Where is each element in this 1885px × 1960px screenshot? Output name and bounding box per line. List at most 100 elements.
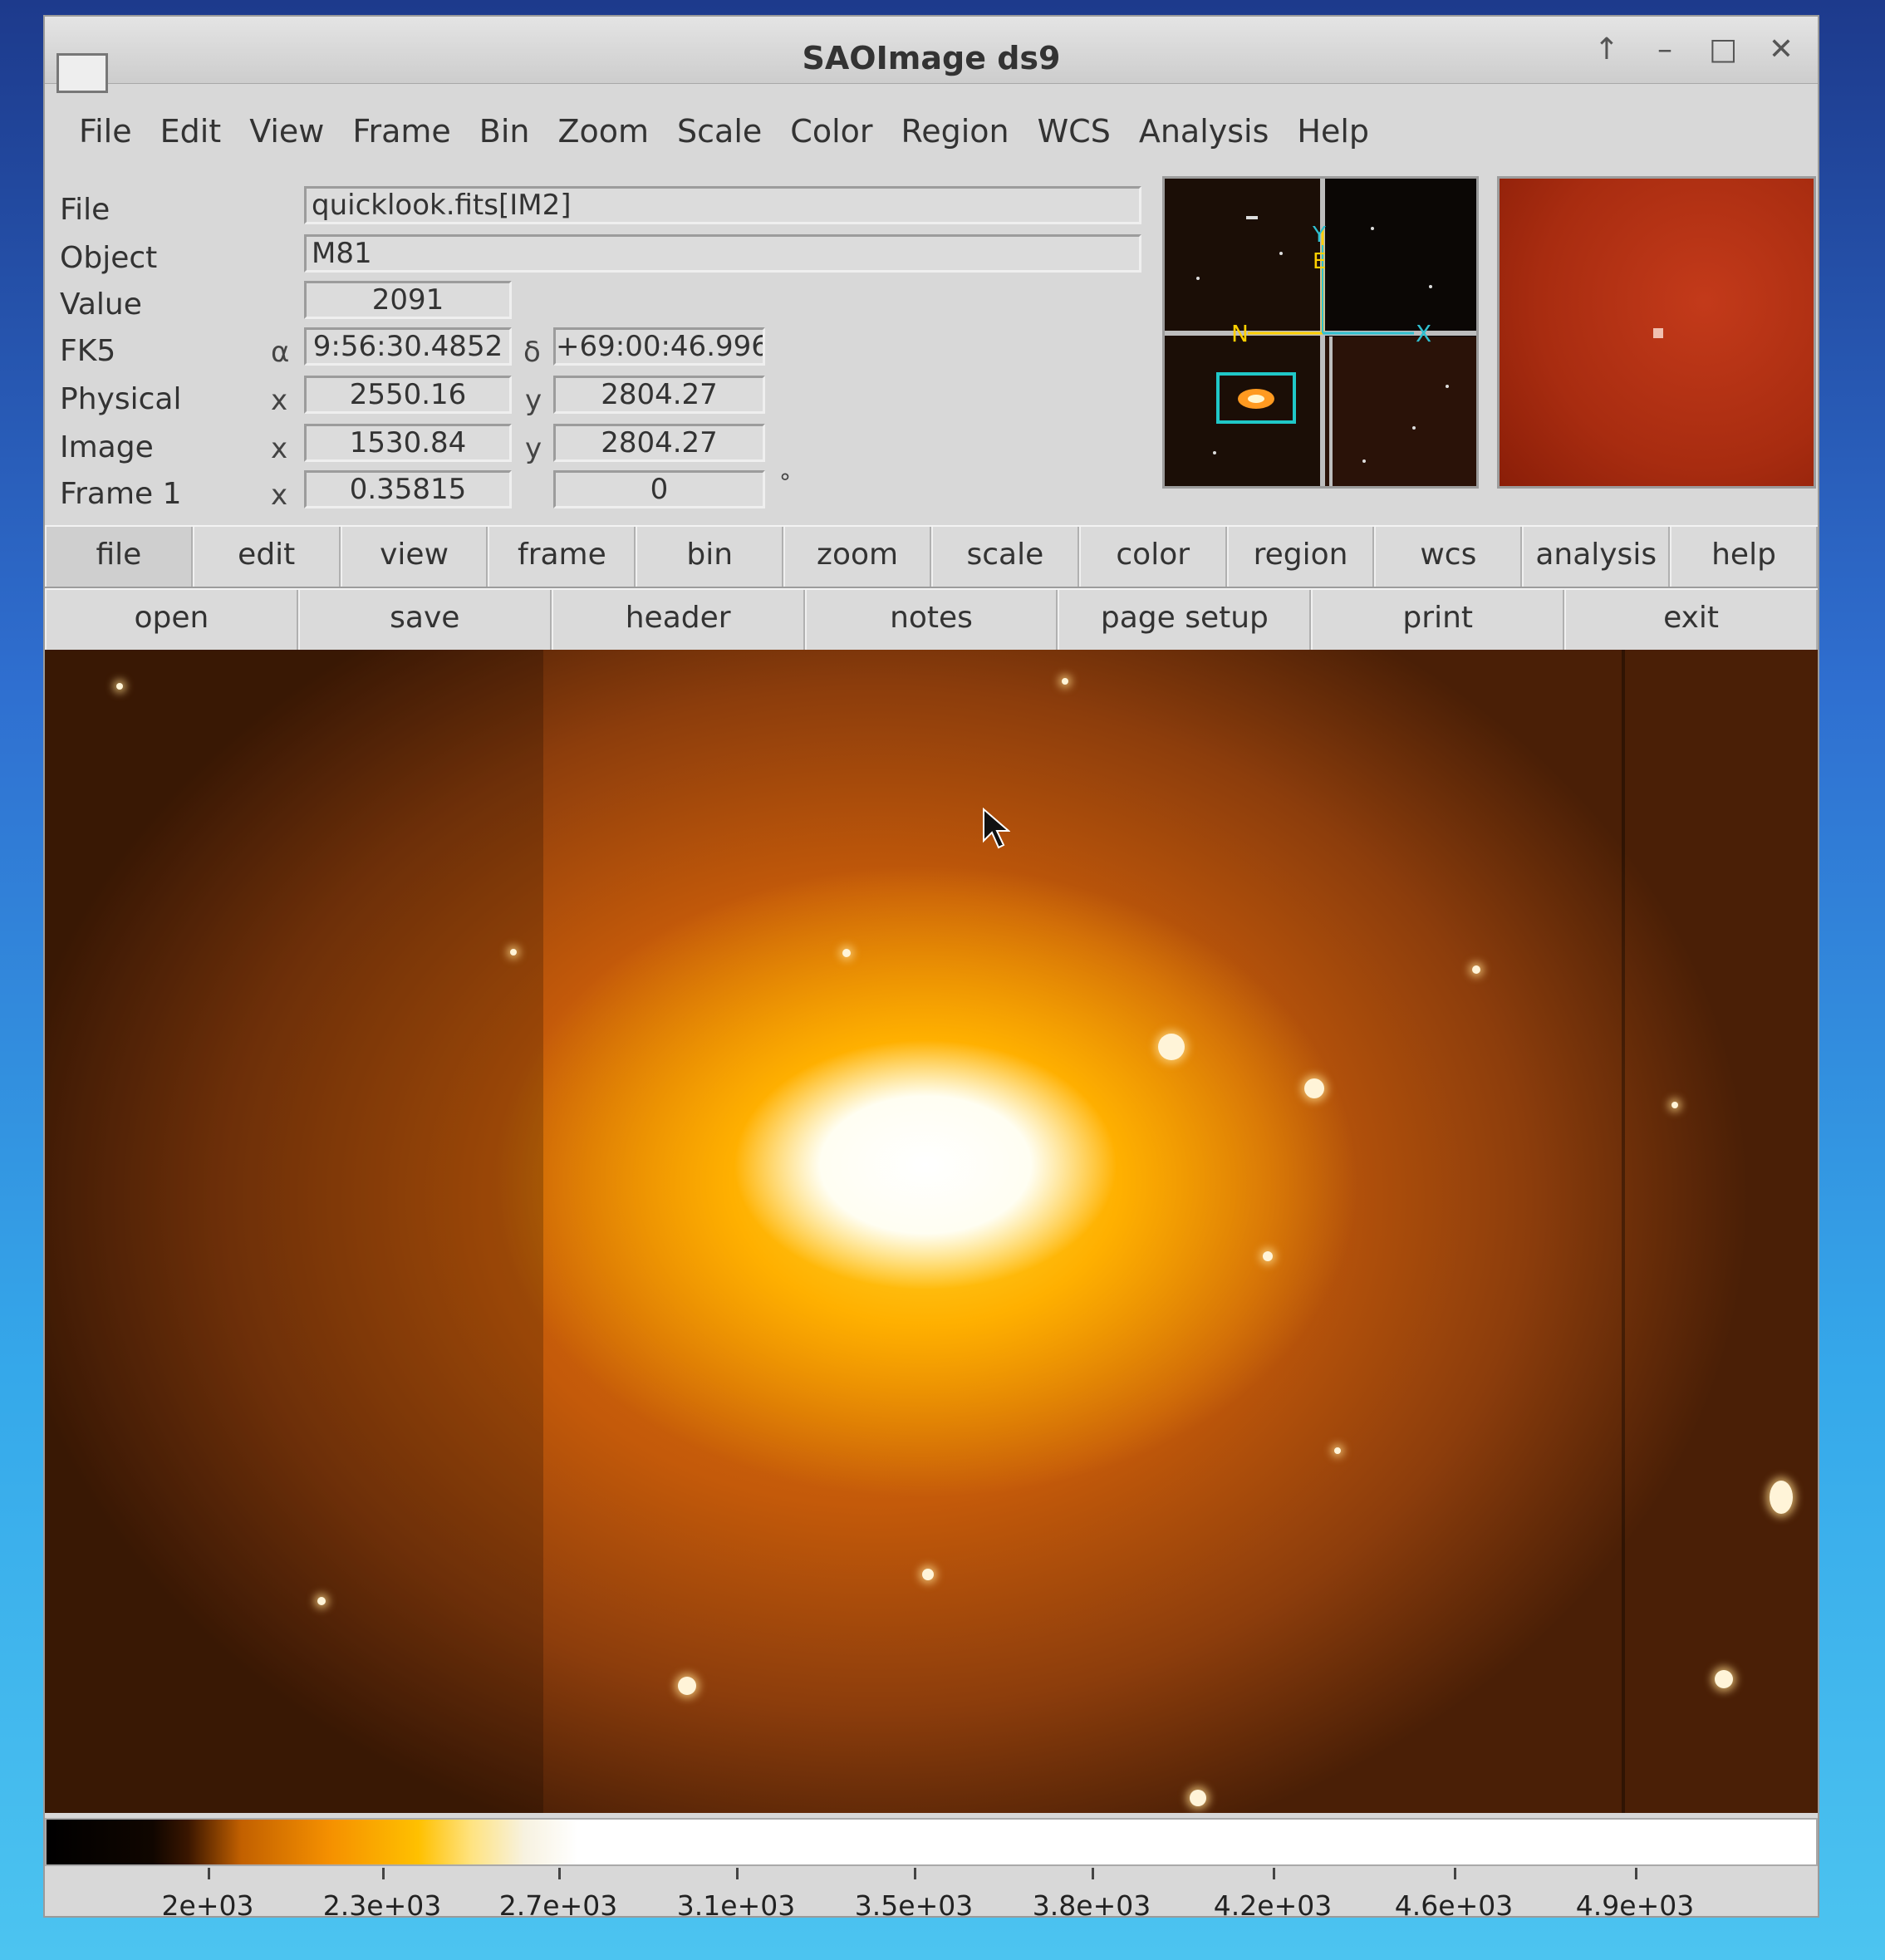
star <box>1334 1447 1341 1454</box>
file-field: quicklook.fits[IM2] <box>304 186 1141 224</box>
menu-bin[interactable]: Bin <box>465 98 544 150</box>
menu-view[interactable]: View <box>235 98 338 150</box>
button-zoom[interactable]: zoom <box>783 527 931 587</box>
colorbar-ticks: 2e+03 2.3e+03 2.7e+03 3.1e+03 3.5e+03 3.… <box>45 1868 1818 1922</box>
fk5-label: FK5 <box>60 334 116 368</box>
menu-frame[interactable]: Frame <box>338 98 464 150</box>
delta-symbol: δ <box>523 336 541 369</box>
shade-button[interactable]: ↑ <box>1590 33 1623 66</box>
star <box>1263 1251 1273 1261</box>
button-region[interactable]: region <box>1226 527 1375 587</box>
star <box>1671 1102 1678 1108</box>
object-field: M81 <box>304 234 1141 273</box>
physical-label: Physical <box>60 382 182 416</box>
colorbar-tick-label: 4.9e+03 <box>1575 1889 1695 1922</box>
star <box>1770 1481 1793 1514</box>
frame-label: Frame 1 <box>60 477 182 511</box>
menu-help[interactable]: Help <box>1283 98 1383 150</box>
file-sub-button-bar: open save header notes page setup print … <box>45 588 1819 651</box>
button-bar: file edit view frame bin zoom scale colo… <box>45 525 1818 588</box>
magnifier-cursor <box>1653 328 1663 338</box>
info-panel: File quicklook.fits[IM2] Object M81 Valu… <box>45 165 1191 522</box>
star <box>317 1597 326 1605</box>
button-color[interactable]: color <box>1078 527 1227 587</box>
star <box>922 1569 934 1580</box>
menu-scale[interactable]: Scale <box>663 98 776 150</box>
colorbar-tick-label: 3.1e+03 <box>676 1889 796 1922</box>
colorbar-tick-label: 4.6e+03 <box>1394 1889 1514 1922</box>
menu-file[interactable]: File <box>65 98 146 150</box>
colorbar-tick-label: 2e+03 <box>161 1889 254 1922</box>
button-analysis[interactable]: analysis <box>1522 527 1671 587</box>
frame-angle-field: 0 <box>553 470 765 508</box>
button-help[interactable]: help <box>1670 527 1818 587</box>
alpha-symbol: α <box>271 336 290 369</box>
frame-zoom-field: 0.35815 <box>304 470 512 508</box>
value-field: 2091 <box>304 281 512 319</box>
window-title: SAOImage ds9 <box>802 40 1061 76</box>
title-bar[interactable]: SAOImage ds9 ↑ – □ ✕ <box>45 17 1818 93</box>
object-label: Object <box>60 241 158 275</box>
image-chip-boundary <box>45 650 543 1813</box>
close-button[interactable]: ✕ <box>1765 33 1798 66</box>
menu-bar: File Edit View Frame Bin Zoom Scale Colo… <box>45 98 1818 150</box>
image-y-field: 2804.27 <box>553 424 765 462</box>
button-frame[interactable]: frame <box>488 527 636 587</box>
menu-region[interactable]: Region <box>887 98 1023 150</box>
minimize-button[interactable]: – <box>1648 33 1681 66</box>
frame-x-symbol: x <box>271 479 288 512</box>
menu-edit[interactable]: Edit <box>146 98 236 150</box>
degree-symbol: ° <box>779 469 791 496</box>
colorbar-tick-label: 2.7e+03 <box>498 1889 618 1922</box>
button-header[interactable]: header <box>551 590 805 650</box>
maximize-button[interactable]: □ <box>1706 33 1740 66</box>
star <box>678 1677 696 1695</box>
panner-y-label: Y <box>1312 223 1326 248</box>
ra-field: 9:56:30.4852 <box>304 327 512 366</box>
button-bin[interactable]: bin <box>636 527 784 587</box>
button-notes[interactable]: notes <box>804 590 1058 650</box>
star <box>1715 1670 1733 1688</box>
physical-x-symbol: x <box>271 384 288 417</box>
colorbar[interactable] <box>45 1818 1818 1866</box>
button-view[interactable]: view <box>340 527 488 587</box>
colorbar-tick-label: 3.8e+03 <box>1032 1889 1151 1922</box>
image-x-field: 1530.84 <box>304 424 512 462</box>
image-canvas[interactable] <box>45 650 1818 1813</box>
mouse-cursor-icon <box>983 808 1010 849</box>
menu-wcs[interactable]: WCS <box>1023 98 1125 150</box>
ds9-window: SAOImage ds9 ↑ – □ ✕ File Edit View Fram… <box>43 15 1819 1922</box>
panner-north-label: N <box>1231 320 1249 347</box>
button-save[interactable]: save <box>297 590 552 650</box>
button-wcs[interactable]: wcs <box>1374 527 1523 587</box>
physical-x-field: 2550.16 <box>304 376 512 414</box>
image-bad-column <box>1622 650 1625 1813</box>
button-exit[interactable]: exit <box>1564 590 1819 650</box>
star <box>1472 965 1480 974</box>
star <box>842 949 851 957</box>
menu-analysis[interactable]: Analysis <box>1125 98 1284 150</box>
menu-zoom[interactable]: Zoom <box>544 98 664 150</box>
button-open[interactable]: open <box>45 590 298 650</box>
star <box>1190 1790 1206 1806</box>
button-scale[interactable]: scale <box>930 527 1079 587</box>
value-label: Value <box>60 287 142 322</box>
image-y-symbol: y <box>525 432 542 465</box>
colorbar-tick-label: 4.2e+03 <box>1213 1889 1333 1922</box>
image-label: Image <box>60 430 154 464</box>
star <box>510 949 517 955</box>
star <box>116 683 123 690</box>
star <box>1304 1078 1324 1098</box>
panner-east-label: E <box>1313 249 1326 274</box>
button-print[interactable]: print <box>1311 590 1565 650</box>
panner[interactable]: N E X Y <box>1162 176 1479 489</box>
button-edit[interactable]: edit <box>192 527 341 587</box>
physical-y-field: 2804.27 <box>553 376 765 414</box>
menu-color[interactable]: Color <box>776 98 886 150</box>
panner-x-label: X <box>1416 320 1431 347</box>
button-file[interactable]: file <box>45 527 193 587</box>
colorbar-tick-label: 2.3e+03 <box>322 1889 442 1922</box>
button-page-setup[interactable]: page setup <box>1058 590 1312 650</box>
image-x-symbol: x <box>271 432 288 465</box>
dec-field: +69:00:46.996 <box>553 327 765 366</box>
